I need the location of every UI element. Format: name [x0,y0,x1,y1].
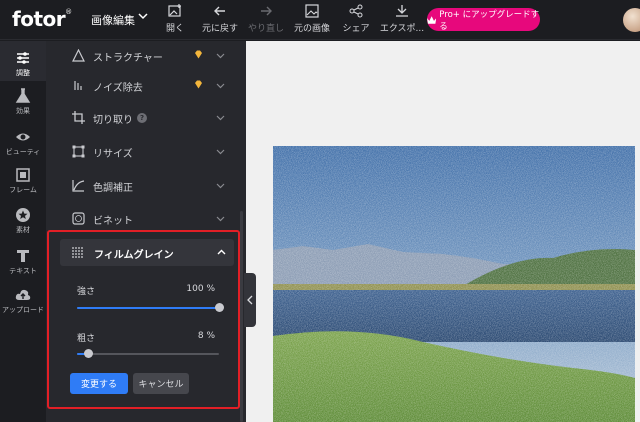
intensity-slider-fill [77,307,219,309]
premium-gem-icon [195,80,202,89]
chevron-down-icon[interactable] [215,146,226,157]
coarseness-slider-handle[interactable] [83,349,93,358]
coarseness-slider[interactable] [77,349,219,358]
crown-icon [427,15,437,24]
premium-gem-icon [195,50,202,59]
chevron-down-icon[interactable] [215,112,226,123]
image-icon [305,4,319,18]
upgrade-pro-button[interactable]: Pro+ にアップグレードする [427,8,540,32]
open-label: 開く [165,24,184,34]
original-image-button[interactable]: 元の画像 [289,4,335,34]
arrow-right-icon [261,6,272,16]
upgrade-pro-label: Pro+ にアップグレードする [439,9,540,32]
coarseness-value: 8 % [197,331,215,341]
rail-item-text[interactable]: テキスト [0,248,46,276]
rail-item-adjust[interactable]: 調整 [0,41,46,81]
film-grain-header[interactable]: フィルムグレイン [60,239,234,266]
eye-icon [16,133,30,141]
fotor-logo[interactable]: fotor® [12,7,72,31]
share-label: シェア [342,24,370,34]
text-icon [17,250,29,262]
rail-item-frame[interactable]: フレーム [0,167,46,195]
undo-label: 元に戻す [201,24,238,34]
chevron-down-icon[interactable] [215,180,226,191]
undo-button[interactable]: 元に戻す [197,4,243,34]
cancel-button[interactable]: キャンセル [133,373,189,394]
intensity-label: 強さ [77,287,96,297]
open-button[interactable]: 開く [152,4,198,34]
panel-item-color-correction[interactable]: 色調補正 [46,171,246,201]
frame-icon [16,168,30,182]
triangle-icon [72,49,85,62]
sliders-icon [17,52,29,64]
coarseness-label: 粗さ [77,334,96,344]
intensity-slider[interactable] [77,303,224,312]
rail-item-elements[interactable]: 素材 [0,207,46,235]
flask-icon [15,88,31,103]
share-button[interactable]: シェア [333,4,379,34]
curve-icon [72,180,85,192]
cloud-upload-icon [15,289,31,300]
intensity-value: 100 % [186,284,215,294]
edited-photo[interactable] [273,146,635,422]
lake-landscape-image [273,146,635,422]
panel-item-structure[interactable]: ストラクチャー [46,41,246,71]
grain-icon [72,247,83,258]
redo-button[interactable]: やり直し [243,4,289,34]
panel-scrollbar[interactable] [240,211,243,422]
intensity-slider-handle[interactable] [214,303,224,312]
export-label: エクスポ... [379,24,425,34]
original-image-label: 元の画像 [293,24,330,34]
film-grain-title: フィルムグレイン [94,250,174,261]
collapse-panel-button[interactable] [244,273,256,327]
left-tool-rail: 調整 効果 ビューティ フレーム 素材 テキスト アップロード [0,41,46,422]
chevron-down-icon[interactable] [137,10,149,22]
top-bar: fotor® 画像編集 開く 元に戻す やり直し 元の画像 シェア エクスポ..… [0,0,640,40]
download-icon [396,5,408,17]
export-button[interactable]: エクスポ... [379,4,425,34]
crop-icon [72,111,85,124]
redo-label: やり直し [247,24,284,34]
rail-item-upload[interactable]: アップロード [0,287,46,315]
film-grain-card: フィルムグレイン 強さ 100 % 粗さ 8 % 変更する キャンセル [47,230,240,409]
vignette-icon [72,212,85,225]
chevron-left-icon [247,295,253,305]
resize-icon [72,145,85,158]
noise-icon [74,81,82,90]
share-icon [349,4,363,18]
chevron-up-icon[interactable] [216,247,227,258]
panel-item-denoise[interactable]: ノイズ除去 [46,71,246,101]
chevron-down-icon[interactable] [215,80,226,91]
menu-title[interactable]: 画像編集 [91,12,135,28]
panel-item-resize[interactable]: リサイズ [46,137,246,167]
avatar[interactable] [623,8,640,32]
arrow-left-icon [214,6,225,16]
chevron-down-icon[interactable] [215,213,226,224]
image-plus-icon [168,4,181,17]
help-icon[interactable]: ? [137,113,147,123]
rail-item-effects[interactable]: 効果 [0,88,46,116]
star-icon [16,208,30,222]
panel-item-crop[interactable]: 切り取り ? [46,103,246,133]
apply-button[interactable]: 変更する [70,373,128,394]
chevron-down-icon[interactable] [215,50,226,61]
rail-item-beauty[interactable]: ビューティ [0,129,46,157]
